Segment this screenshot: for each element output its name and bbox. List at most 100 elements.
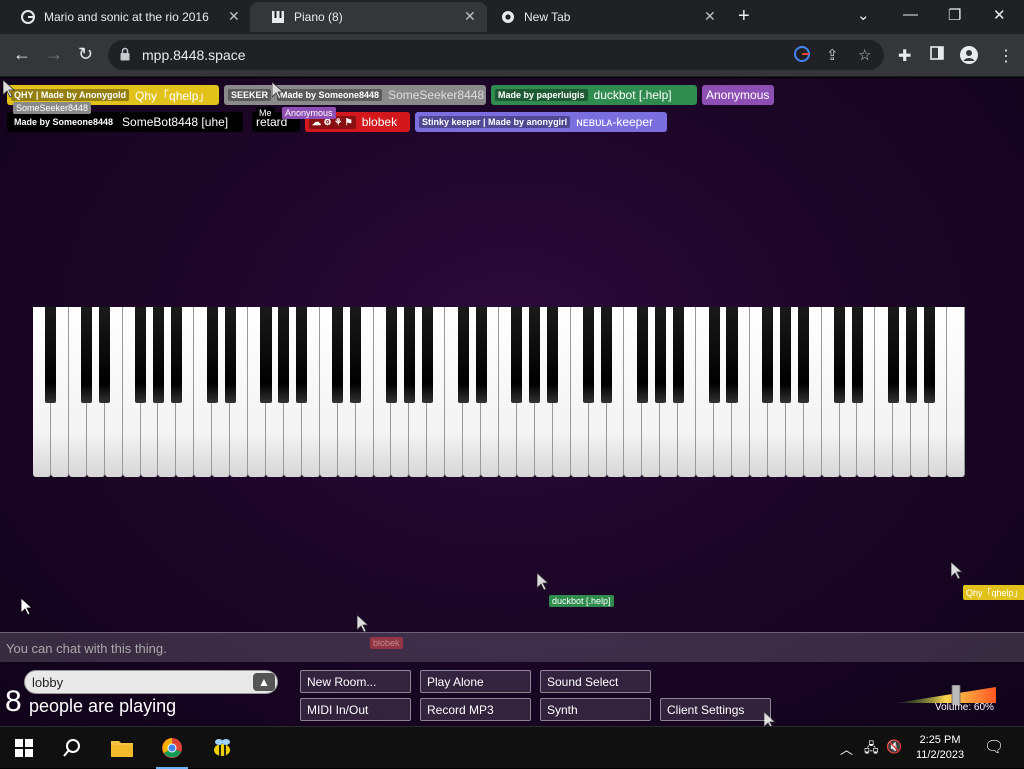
piano-black-key[interactable]	[134, 307, 147, 403]
piano-keyboard[interactable]	[33, 307, 965, 477]
record-mp3-button[interactable]: Record MP3	[420, 698, 531, 721]
back-icon[interactable]: ←	[13, 44, 31, 64]
close-window-icon[interactable]: ✕	[993, 6, 1006, 24]
new-room-button[interactable]: New Room...	[300, 670, 411, 693]
cursor-label: Me	[256, 107, 275, 119]
player-tag[interactable]: Anonymous	[702, 85, 774, 105]
piano-black-key[interactable]	[296, 307, 308, 403]
piano-black-key[interactable]	[224, 307, 236, 403]
show-hidden-icons-icon[interactable]: ︿	[840, 739, 853, 758]
piano-black-key[interactable]	[421, 307, 433, 403]
piano-black-key[interactable]	[385, 307, 397, 403]
player-name: Anonymous	[706, 88, 770, 102]
bookmark-star-icon[interactable]: ☆	[858, 46, 871, 64]
piano-black-key[interactable]	[923, 307, 935, 403]
expand-arrow-icon[interactable]: ▲	[253, 673, 275, 691]
share-icon[interactable]: ⇪	[826, 46, 839, 64]
tab-piano[interactable]: Piano (8) ✕	[250, 2, 487, 32]
extensions-icon[interactable]: ✚	[898, 46, 911, 66]
room-selector[interactable]: lobby ▲	[24, 670, 278, 694]
close-icon[interactable]: ✕	[704, 8, 716, 25]
piano-black-key[interactable]	[152, 307, 164, 403]
app-taskbar-button[interactable]	[198, 727, 246, 769]
piano-black-key[interactable]	[762, 307, 774, 403]
menu-icon[interactable]: ⋮	[998, 46, 1014, 66]
piano-black-key[interactable]	[332, 307, 344, 403]
piano-black-key[interactable]	[887, 307, 899, 403]
cursor-label: duckbot [.help]	[549, 595, 614, 607]
piano-black-key[interactable]	[780, 307, 792, 403]
player-name: duckbot [.help]	[593, 88, 672, 102]
reload-icon[interactable]: ↻	[78, 44, 93, 64]
player-tag-subtitle: Made by Someone8448	[11, 116, 117, 128]
piano-black-key[interactable]	[457, 307, 469, 403]
chrome-taskbar-button[interactable]	[148, 727, 196, 769]
piano-white-key[interactable]	[947, 307, 965, 477]
chat-bar	[0, 632, 1024, 662]
profile-avatar-icon[interactable]	[960, 46, 978, 69]
clock-date: 11/2/2023	[916, 749, 965, 761]
tab-title: New Tab	[524, 10, 571, 24]
search-button[interactable]	[48, 727, 96, 769]
player-name: blobek	[361, 115, 398, 129]
piano-black-key[interactable]	[99, 307, 111, 403]
piano-black-key[interactable]	[708, 307, 720, 403]
play-alone-button[interactable]: Play Alone	[420, 670, 531, 693]
piano-black-key[interactable]	[403, 307, 415, 403]
piano-black-key[interactable]	[547, 307, 559, 403]
system-clock[interactable]: 2:25 PM 11/2/2023	[916, 733, 964, 763]
player-tag[interactable]: Made by Someone8448 SomeBot8448 [uhe]	[7, 112, 243, 132]
notifications-icon[interactable]: 🗨	[984, 737, 1004, 757]
client-settings-button[interactable]: Client Settings	[660, 698, 771, 721]
lock-icon[interactable]	[120, 47, 130, 61]
piano-black-key[interactable]	[350, 307, 362, 403]
start-button[interactable]	[0, 727, 48, 769]
piano-black-key[interactable]	[278, 307, 290, 403]
piano-black-key[interactable]	[206, 307, 218, 403]
synth-button[interactable]: Synth	[540, 698, 651, 721]
folder-icon	[111, 741, 133, 757]
google-lens-icon[interactable]	[794, 46, 810, 66]
player-tag[interactable]: SEEKER Made by Someone8448 SomeSeeker844…	[224, 85, 486, 105]
player-tag-subtitle: Stinky keeper | Made by anonygirl	[419, 116, 571, 128]
piano-black-key[interactable]	[81, 307, 93, 403]
player-tag-subtitle: Made by paperluigis	[495, 89, 588, 101]
windows-taskbar: ︿ 🖧 🔇 2:25 PM 11/2/2023 🗨	[0, 726, 1024, 769]
minimize-icon[interactable]: —	[903, 6, 918, 23]
close-icon[interactable]: ✕	[228, 8, 240, 25]
piano-black-key[interactable]	[851, 307, 863, 403]
tab-search-icon[interactable]: ⌄	[857, 6, 870, 24]
piano-black-key[interactable]	[45, 307, 57, 403]
player-tag[interactable]: Made by paperluigis duckbot [.help]	[491, 85, 697, 105]
sound-select-button[interactable]: Sound Select	[540, 670, 651, 693]
piano-black-key[interactable]	[511, 307, 523, 403]
forward-icon[interactable]: →	[45, 44, 63, 64]
network-icon[interactable]: 🖧	[864, 739, 879, 761]
player-tag[interactable]: Stinky keeper | Made by anonygirl ɴᴇʙᴜʟᴀ…	[415, 112, 667, 132]
close-icon[interactable]: ✕	[464, 8, 476, 25]
midi-button[interactable]: MIDI In/Out	[300, 698, 411, 721]
piano-black-key[interactable]	[672, 307, 684, 403]
chat-input[interactable]	[6, 639, 1006, 657]
piano-icon	[270, 9, 286, 25]
piano-black-key[interactable]	[475, 307, 487, 403]
piano-black-key[interactable]	[583, 307, 595, 403]
piano-black-key[interactable]	[654, 307, 666, 403]
piano-black-key[interactable]	[833, 307, 846, 403]
piano-black-key[interactable]	[636, 307, 648, 403]
side-panel-icon[interactable]	[930, 46, 944, 65]
piano-black-key[interactable]	[600, 307, 613, 403]
piano-black-key[interactable]	[798, 307, 810, 403]
piano-black-key[interactable]	[905, 307, 917, 403]
restore-icon[interactable]: ❐	[948, 6, 961, 24]
piano-black-key[interactable]	[170, 307, 182, 403]
new-tab-button[interactable]: +	[738, 6, 750, 26]
speaker-muted-icon[interactable]: 🔇	[886, 739, 902, 755]
piano-black-key[interactable]	[726, 307, 738, 403]
piano-black-key[interactable]	[260, 307, 272, 403]
tab-new-tab[interactable]: New Tab ✕	[480, 2, 720, 32]
url-text[interactable]: mpp.8448.space	[142, 47, 246, 63]
tab-mario-search[interactable]: Mario and sonic at the rio 2016 ✕	[0, 2, 248, 32]
file-explorer-button[interactable]	[98, 727, 146, 769]
piano-black-key[interactable]	[529, 307, 541, 403]
